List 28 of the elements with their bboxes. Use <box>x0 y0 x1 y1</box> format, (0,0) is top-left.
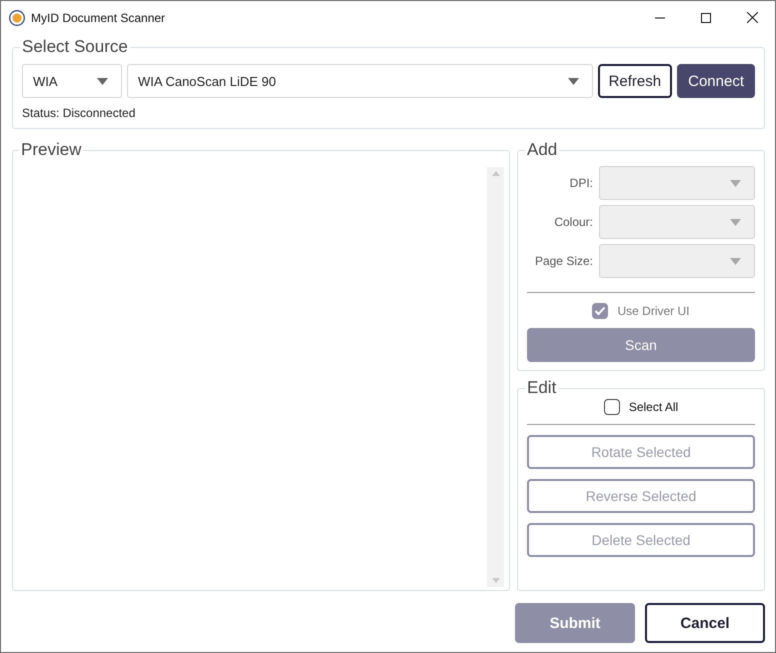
window-title: MyID Document Scanner <box>31 10 166 24</box>
caret-icon <box>97 78 108 84</box>
checkbox[interactable] <box>604 399 620 415</box>
caret-icon <box>730 180 741 186</box>
section-title: Edit <box>526 379 558 397</box>
field-label: Colour: <box>553 215 593 229</box>
section-title: Preview <box>20 141 82 159</box>
caret-icon <box>568 78 579 84</box>
connect-button[interactable]: Connect <box>677 64 755 98</box>
section-title: Add <box>526 141 558 159</box>
checkbox-label: Select All <box>628 400 678 414</box>
section-title: Select Source <box>21 38 129 56</box>
device-dropdown[interactable]: WIA CanoScan LiDE 90 <box>127 64 593 98</box>
field-label: Page Size: <box>534 254 593 268</box>
caret-icon <box>730 258 741 264</box>
caret-icon <box>730 218 741 226</box>
checkbox-label: Use Driver UI <box>617 304 690 318</box>
driver-dropdown[interactable]: WIA <box>22 64 122 98</box>
close-icon <box>746 12 758 23</box>
scrollbar[interactable] <box>487 167 504 587</box>
scroll-down-arrow-icon[interactable] <box>492 578 500 583</box>
refresh-button[interactable]: Refresh <box>598 64 672 98</box>
field-label: DPI: <box>568 176 593 190</box>
cancel-button[interactable]: Cancel <box>645 603 765 643</box>
maximize-icon <box>701 12 711 22</box>
app-logo-icon <box>9 10 25 26</box>
status-text: Status: Disconnected <box>22 106 136 120</box>
scroll-up-arrow-icon[interactable] <box>492 171 500 176</box>
